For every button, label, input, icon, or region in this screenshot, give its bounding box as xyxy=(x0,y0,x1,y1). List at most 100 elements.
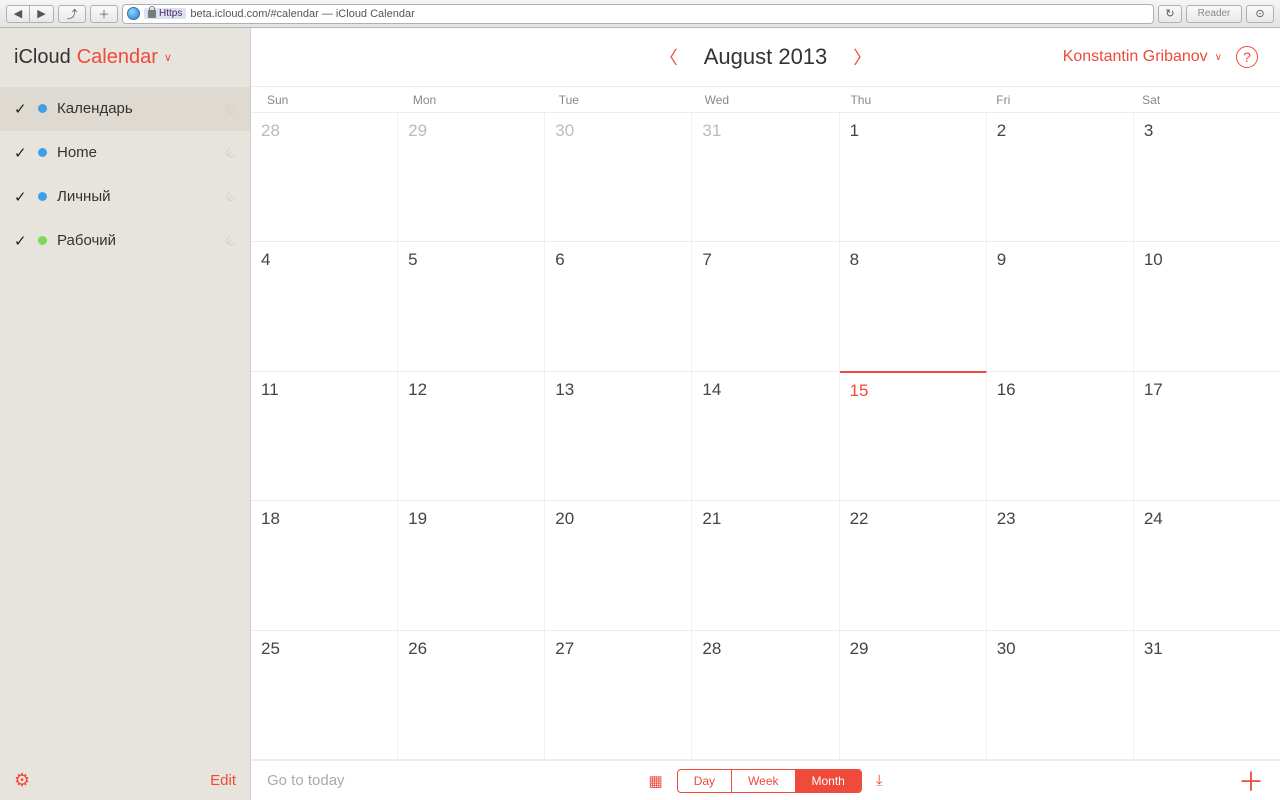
day-cell[interactable]: 20 xyxy=(545,501,692,629)
calendars-icon[interactable]: ▦ xyxy=(649,772,663,790)
day-cell[interactable]: 9 xyxy=(987,242,1134,370)
weekday-label: Sun xyxy=(259,87,405,112)
day-cell[interactable]: 31 xyxy=(692,113,839,241)
weekday-label: Fri xyxy=(988,87,1134,112)
day-cell[interactable]: 29 xyxy=(398,113,545,241)
weekday-header: SunMonTueWedThuFriSat xyxy=(251,87,1280,112)
day-cell[interactable]: 24 xyxy=(1134,501,1280,629)
day-cell[interactable]: 4 xyxy=(251,242,398,370)
share-button[interactable]: ⤴ xyxy=(58,5,86,23)
week-row: 28 29303112 3 xyxy=(251,113,1280,242)
day-cell[interactable]: 7 xyxy=(692,242,839,370)
day-cell[interactable]: 2 xyxy=(987,113,1134,241)
day-cell[interactable]: 27 xyxy=(545,631,692,759)
color-dot-icon xyxy=(38,104,47,113)
day-number: 26 xyxy=(408,639,427,658)
day-number: 24 xyxy=(1144,509,1163,528)
day-cell[interactable]: 1 xyxy=(840,113,987,241)
day-cell[interactable]: 28 xyxy=(692,631,839,759)
day-cell[interactable]: 21 xyxy=(692,501,839,629)
day-cell[interactable]: 23 xyxy=(987,501,1134,629)
calendar-label: Home xyxy=(57,144,216,161)
sidebar: iCloud Calendar ∨ ✓Календарь⟒✓Home⟒✓Личн… xyxy=(0,28,251,800)
day-number: 15 xyxy=(850,381,869,400)
reload-button[interactable]: ↻ xyxy=(1158,5,1182,23)
next-month-button[interactable]: 〉 xyxy=(847,38,877,76)
view-day-button[interactable]: Day xyxy=(678,770,732,792)
forward-button[interactable]: ▶ xyxy=(30,5,54,23)
day-number: 27 xyxy=(555,639,574,658)
url-bar[interactable]: Https beta.icloud.com/#calendar — iCloud… xyxy=(122,4,1154,24)
day-number: 13 xyxy=(555,380,574,399)
help-button[interactable]: ? xyxy=(1236,46,1258,68)
day-cell[interactable]: 14 xyxy=(692,372,839,500)
day-cell[interactable]: 18 xyxy=(251,501,398,629)
day-number: 3 xyxy=(1144,121,1153,140)
top-bar: 〈 August 2013 〉 Konstantin Gribanov∨ ? xyxy=(251,28,1280,87)
color-dot-icon xyxy=(38,148,47,157)
day-cell[interactable]: 19 xyxy=(398,501,545,629)
downloads-button[interactable]: ⊙ xyxy=(1246,5,1274,23)
weekday-label: Tue xyxy=(551,87,697,112)
day-cell[interactable]: 11 xyxy=(251,372,398,500)
day-cell[interactable]: 16 xyxy=(987,372,1134,500)
calendar-item[interactable]: ✓Home⟒ xyxy=(0,131,250,175)
day-cell[interactable]: 30 xyxy=(987,631,1134,759)
day-cell[interactable]: 17 xyxy=(1134,372,1280,500)
week-row: 1112 13 14 15 1617 xyxy=(251,372,1280,501)
week-row: 456789 10 xyxy=(251,242,1280,371)
day-cell[interactable]: 26 xyxy=(398,631,545,759)
browser-toolbar: ◀ ▶ ⤴ ＋ Https beta.icloud.com/#calendar … xyxy=(0,0,1280,28)
week-row: 25 26 27 28 29 30 31 xyxy=(251,631,1280,760)
user-menu[interactable]: Konstantin Gribanov∨ xyxy=(1063,48,1222,66)
prev-month-button[interactable]: 〈 xyxy=(654,38,684,76)
app-title-calendar[interactable]: Calendar xyxy=(77,46,158,69)
share-icon[interactable]: ⟒ xyxy=(222,143,241,162)
calendar-item[interactable]: ✓Личный⟒ xyxy=(0,175,250,219)
day-number: 30 xyxy=(997,639,1016,658)
add-event-button[interactable]: ＋ xyxy=(1238,762,1264,799)
calendar-item[interactable]: ✓Календарь⟒ xyxy=(0,87,250,131)
share-icon[interactable]: ⟒ xyxy=(222,231,241,250)
day-number: 22 xyxy=(850,509,869,528)
day-cell[interactable]: 6 xyxy=(545,242,692,370)
gear-icon[interactable]: ⚙ xyxy=(14,770,30,791)
day-number: 29 xyxy=(850,639,869,658)
share-icon[interactable]: ⟒ xyxy=(222,99,241,118)
calendar-label: Календарь xyxy=(57,100,216,117)
day-cell[interactable]: 3 xyxy=(1134,113,1280,241)
day-cell[interactable]: 10 xyxy=(1134,242,1280,370)
day-cell[interactable]: 22 xyxy=(840,501,987,629)
day-cell[interactable]: 5 xyxy=(398,242,545,370)
reader-button[interactable]: Reader xyxy=(1186,5,1242,23)
add-button[interactable]: ＋ xyxy=(90,5,118,23)
day-cell[interactable]: 30 xyxy=(545,113,692,241)
day-number: 2 xyxy=(997,121,1006,140)
day-cell[interactable]: 25 xyxy=(251,631,398,759)
view-week-button[interactable]: Week xyxy=(732,770,795,792)
calendar-label: Личный xyxy=(57,188,216,205)
day-cell[interactable]: 15 xyxy=(840,371,987,500)
day-cell[interactable]: 31 xyxy=(1134,631,1280,759)
day-number: 18 xyxy=(261,509,280,528)
sidebar-footer: ⚙ Edit xyxy=(0,760,250,800)
day-number: 28 xyxy=(261,121,280,140)
view-month-button[interactable]: Month xyxy=(796,770,861,792)
day-cell[interactable]: 8 xyxy=(840,242,987,370)
chevron-down-icon[interactable]: ∨ xyxy=(164,51,172,64)
day-cell[interactable]: 12 xyxy=(398,372,545,500)
share-icon[interactable]: ⟒ xyxy=(222,187,241,206)
day-cell[interactable]: 29 xyxy=(840,631,987,759)
day-cell[interactable]: 28 xyxy=(251,113,398,241)
day-number: 28 xyxy=(702,639,721,658)
edit-button[interactable]: Edit xyxy=(210,772,236,789)
day-number: 9 xyxy=(997,250,1006,269)
day-cell[interactable]: 13 xyxy=(545,372,692,500)
go-to-today-button[interactable]: Go to today xyxy=(267,772,345,789)
lock-icon xyxy=(148,10,156,18)
week-row: 18 192021 22 23 24 xyxy=(251,501,1280,630)
sidebar-header: iCloud Calendar ∨ xyxy=(0,28,250,87)
download-icon[interactable]: ⤓ xyxy=(876,772,883,789)
calendar-item[interactable]: ✓Рабочий⟒ xyxy=(0,219,250,263)
back-button[interactable]: ◀ xyxy=(6,5,30,23)
